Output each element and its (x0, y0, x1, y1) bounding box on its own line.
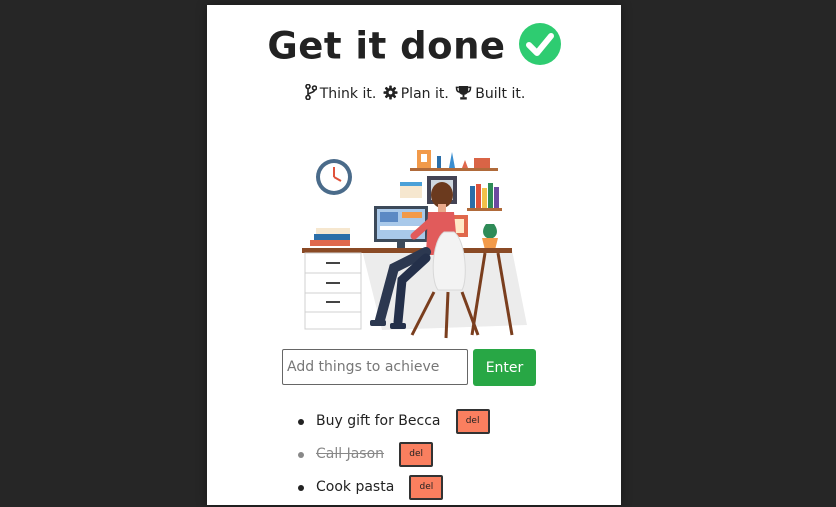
tagline-built: Built it. (475, 86, 526, 102)
todo-text[interactable]: Call Jason (316, 441, 384, 467)
delete-button[interactable]: del (399, 442, 434, 467)
todo-text[interactable]: Buy gift for Becca (316, 408, 441, 434)
bullet (298, 419, 304, 425)
gear-icon (381, 85, 401, 102)
todo-item: Call Jason del (285, 441, 490, 474)
check-circle-icon (518, 23, 561, 69)
bullet (298, 452, 304, 458)
todo-item: Cook pasta del (285, 474, 490, 507)
todo-text[interactable]: Cook pasta (316, 474, 394, 500)
header: Get it done (207, 23, 621, 69)
todo-card: Get it done Think it. Plan it. Built it. (207, 5, 621, 505)
workspace-illustration (302, 140, 527, 344)
tagline-think: Think it. (319, 86, 377, 102)
delete-button[interactable]: del (409, 475, 444, 500)
todo-list: Buy gift for Becca del Call Jason del Co… (285, 408, 490, 507)
delete-button[interactable]: del (455, 409, 490, 434)
tagline: Think it. Plan it. Built it. (207, 83, 621, 102)
code-branch-icon (303, 83, 320, 102)
bullet (298, 485, 304, 491)
tagline-plan: Plan it. (400, 86, 449, 102)
todo-item: Buy gift for Becca del (285, 408, 490, 441)
page-title: Get it done (267, 24, 506, 68)
trophy-icon (453, 85, 475, 102)
task-input[interactable] (282, 349, 468, 385)
enter-button[interactable]: Enter (473, 349, 536, 386)
